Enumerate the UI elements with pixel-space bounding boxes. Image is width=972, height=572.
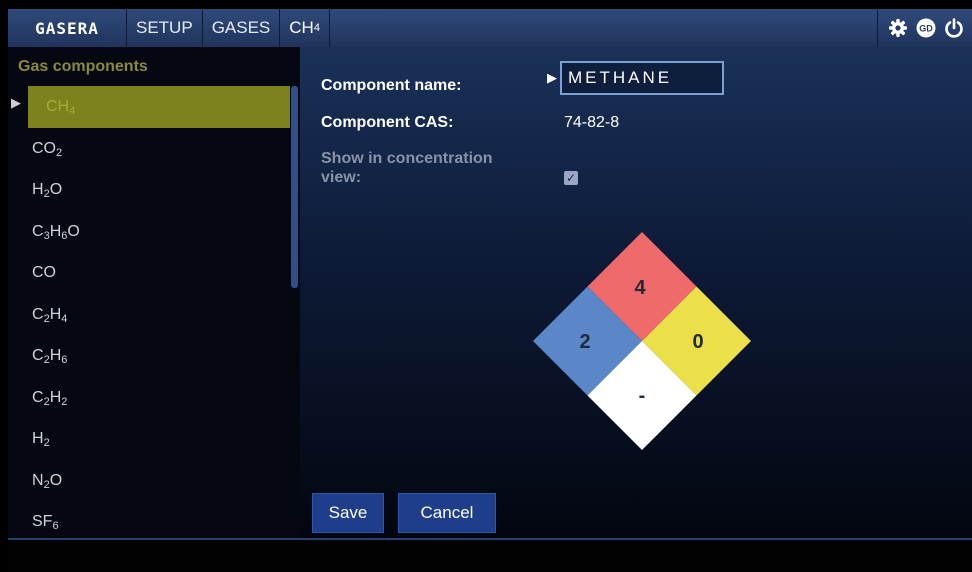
component-detail-panel: Component name: ▶ Component CAS: 74-82-8… [300,47,972,538]
gas-component-item[interactable]: C2H2 [28,377,290,419]
component-cas-label: Component CAS: [321,114,454,131]
show-in-concentration-label-2: view: [321,169,362,186]
gear-icon[interactable] [888,18,908,38]
gas-component-item[interactable]: H2 [28,418,290,460]
gas-component-item[interactable]: C2H6 [28,335,290,377]
gd-icon[interactable]: GD [916,18,936,38]
gas-component-item[interactable]: H2O [28,169,290,211]
list-scrollbar[interactable] [291,86,298,288]
top-bar: GASERA SETUP GASES CH 4 GD [8,9,972,47]
show-in-concentration-checkbox[interactable]: ✓ [564,171,578,185]
show-in-concentration-label: Show in concentration [321,150,493,167]
svg-text:GD: GD [919,24,933,34]
component-cas-value: 74-82-8 [564,114,620,131]
gas-components-panel: Gas components ▶ CH4 CO2 H2O C3H6O CO C2H4 C2H… [8,47,300,538]
tab-setup[interactable]: SETUP [127,9,203,47]
gas-component-item[interactable]: C2H4 [28,294,290,336]
save-button[interactable]: Save [312,493,384,533]
gas-component-item[interactable]: CO2 [28,128,290,170]
nfpa-hazard-diamond: 4 2 0 - [533,232,751,450]
gasera-logo[interactable]: GASERA [8,9,127,47]
gas-component-item[interactable]: C3H6O [28,211,290,253]
cancel-button[interactable]: Cancel [398,493,496,533]
tab-current-label: CH [289,18,314,37]
gas-component-item[interactable]: N2O [28,460,290,502]
tab-gases[interactable]: GASES [203,9,281,47]
input-arrow-icon: ▶ [547,70,557,85]
topbar-icons: GD [877,9,972,47]
reactivity-rating: 0 [692,331,703,353]
component-name-input[interactable] [560,61,724,95]
selection-arrow-icon: ▶ [11,95,21,110]
bottom-bar [8,538,972,572]
gas-component-item[interactable]: CH4 [28,86,290,128]
gas-component-item[interactable]: CO [28,252,290,294]
health-rating: 2 [579,331,590,353]
gas-components-title: Gas components [18,58,148,75]
component-name-label: Component name: [321,77,462,94]
special-rating: - [639,385,646,407]
power-icon[interactable] [944,18,964,38]
tab-current-ch4[interactable]: CH 4 [280,9,330,47]
gas-component-list: CH4 CO2 H2O C3H6O CO C2H4 C2H6 C2H2 H2 N2O SF6 [28,86,290,538]
gas-component-item[interactable]: SF6 [28,501,290,538]
fire-rating: 4 [634,277,646,299]
